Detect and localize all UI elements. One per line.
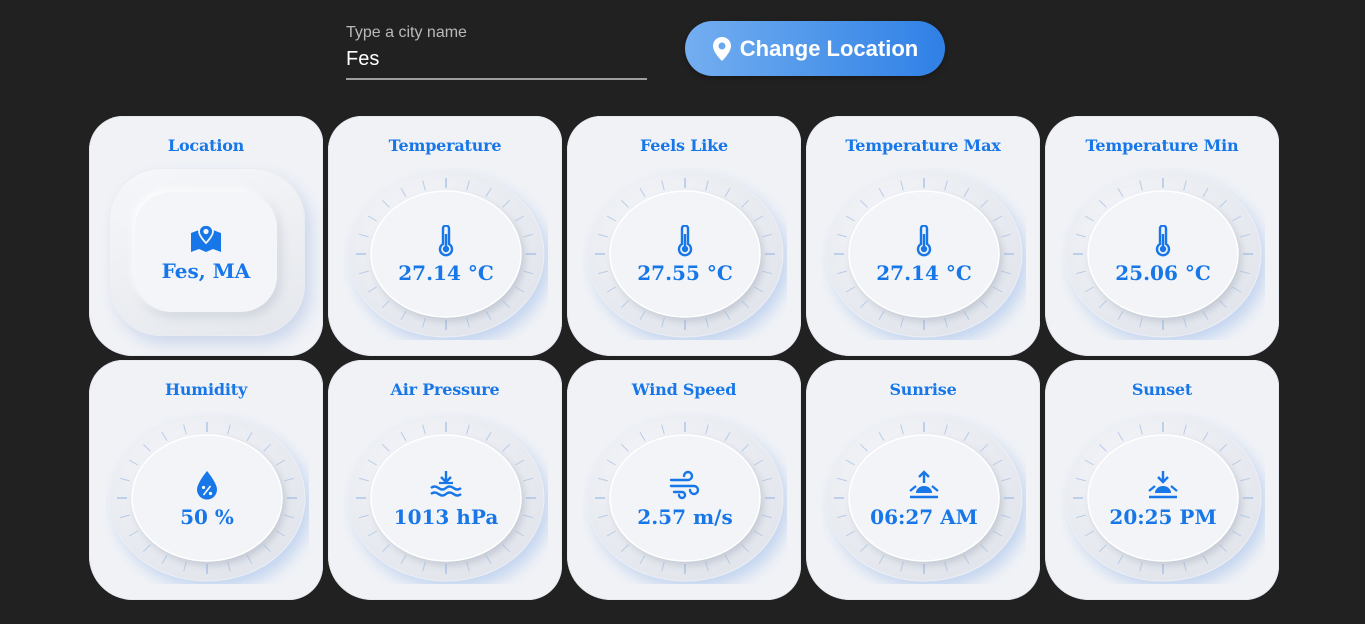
card-value: 27.14 °C bbox=[398, 261, 494, 285]
card-value: 27.14 °C bbox=[876, 261, 972, 285]
card-title: Temperature bbox=[388, 136, 502, 155]
card-air-pressure: Air Pressure 1013 hPa bbox=[328, 360, 562, 600]
map-location-icon bbox=[189, 223, 223, 255]
card-title: Sunset bbox=[1131, 380, 1193, 399]
card-value: 50 % bbox=[180, 505, 234, 529]
gauge-dial: 27.14 °C bbox=[344, 168, 548, 340]
sunrise-icon bbox=[907, 469, 941, 501]
gauge-dial: 50 % bbox=[105, 412, 309, 584]
thermometer-icon bbox=[907, 225, 941, 257]
top-bar: Type a city name Change Location bbox=[0, 0, 1365, 100]
card-value: 27.55 °C bbox=[637, 261, 733, 285]
card-temperature-min: Temperature Min 25.06 °C bbox=[1045, 116, 1279, 356]
thermometer-icon bbox=[668, 225, 702, 257]
card-value: Fes, MA bbox=[161, 259, 251, 283]
sunset-icon bbox=[1146, 469, 1180, 501]
card-temperature: Temperature 27.14 °C bbox=[328, 116, 562, 356]
card-value: 06:27 AM bbox=[870, 505, 978, 529]
location-dial: Fes, MA bbox=[105, 168, 309, 340]
humidity-drop-icon bbox=[190, 469, 224, 501]
card-location: Location Fes, MA bbox=[89, 116, 323, 356]
card-title: Sunrise bbox=[889, 380, 957, 399]
card-value: 2.57 m/s bbox=[637, 505, 733, 529]
location-dial-inner: Fes, MA bbox=[135, 192, 277, 312]
card-humidity: Humidity 50 % bbox=[89, 360, 323, 600]
gauge-dial: 1013 hPa bbox=[344, 412, 548, 584]
gauge-dial: 27.14 °C bbox=[822, 168, 1026, 340]
water-pressure-icon bbox=[429, 469, 463, 501]
card-sunrise: Sunrise 06:27 AM bbox=[806, 360, 1040, 600]
weather-grid: Location Fes, MA Temperature 27.14 °C Fe… bbox=[89, 116, 1279, 600]
card-title: Air Pressure bbox=[390, 380, 500, 399]
gauge-dial: 06:27 AM bbox=[822, 412, 1026, 584]
city-search-input[interactable] bbox=[346, 46, 641, 72]
thermometer-icon bbox=[1146, 225, 1180, 257]
card-title: Feels Like bbox=[639, 136, 729, 155]
wind-icon bbox=[668, 469, 702, 501]
card-wind-speed: Wind Speed 2.57 m/s bbox=[567, 360, 801, 600]
card-value: 20:25 PM bbox=[1109, 505, 1217, 529]
card-title: Location bbox=[167, 136, 245, 155]
gauge-dial: 27.55 °C bbox=[583, 168, 787, 340]
card-title: Wind Speed bbox=[631, 380, 737, 399]
gauge-dial: 20:25 PM bbox=[1061, 412, 1265, 584]
gauge-dial: 25.06 °C bbox=[1061, 168, 1265, 340]
card-value: 25.06 °C bbox=[1115, 261, 1211, 285]
city-search-field[interactable]: Type a city name bbox=[346, 22, 647, 80]
thermometer-icon bbox=[429, 225, 463, 257]
map-pin-icon bbox=[712, 36, 731, 61]
city-search-label: Type a city name bbox=[346, 24, 467, 41]
card-title: Humidity bbox=[164, 380, 248, 399]
card-title: Temperature Min bbox=[1085, 136, 1239, 155]
change-location-label: Change Location bbox=[739, 35, 919, 61]
gauge-dial: 2.57 m/s bbox=[583, 412, 787, 584]
change-location-button[interactable]: Change Location bbox=[685, 21, 945, 76]
card-temperature-max: Temperature Max 27.14 °C bbox=[806, 116, 1040, 356]
card-title: Temperature Max bbox=[845, 136, 1001, 155]
card-feels-like: Feels Like 27.55 °C bbox=[567, 116, 801, 356]
card-value: 1013 hPa bbox=[393, 505, 499, 529]
card-sunset: Sunset 20:25 PM bbox=[1045, 360, 1279, 600]
